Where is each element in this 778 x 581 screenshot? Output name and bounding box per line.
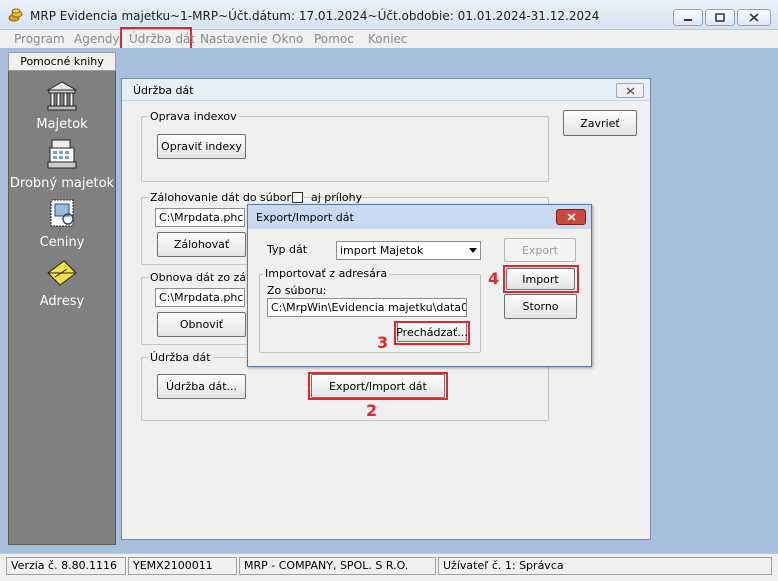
backup-button[interactable]: Zálohovať (157, 232, 246, 257)
backup-path-input[interactable]: C:\Mrpdata.phc (155, 208, 245, 227)
from-file-label: Zo súboru: (267, 284, 327, 297)
menu-udrzba-dat[interactable]: Údržba dát (129, 32, 195, 46)
annotation-label-2: 2 (366, 401, 378, 420)
maint-group-label: Údržba dát (148, 351, 213, 364)
import-dir-group-label: Importovať z adresára (263, 267, 390, 280)
maintenance-dialog-title: Údržba dát (133, 84, 194, 97)
maintenance-dialog-close[interactable] (616, 83, 644, 98)
fix-indexes-label: Opraviť indexy (161, 140, 242, 153)
backup-group-label: Zálohovanie dát do súboru: (148, 191, 304, 204)
menu-koniec[interactable]: Koniec (368, 32, 408, 46)
status-code: YEMX2100011 (128, 557, 237, 575)
restore-button-label: Obnoviť (179, 318, 224, 331)
restore-path-input[interactable]: C:\Mrpdata.phc (155, 288, 245, 307)
close-button[interactable] (737, 9, 771, 26)
status-company: MRP - COMPANY, SPOL. S R.O. (239, 557, 436, 575)
close-dialog-label: Zavrieť (580, 116, 620, 130)
data-type-value: import Majetok (340, 244, 424, 257)
menu-nastavenie[interactable]: Nastavenie (200, 32, 267, 46)
minimize-button[interactable] (673, 9, 703, 26)
chevron-down-icon[interactable] (466, 243, 479, 258)
building-icon[interactable] (46, 80, 78, 112)
data-maintenance-button[interactable]: Údržba dát... (157, 374, 246, 399)
cancel-button[interactable]: Storno (504, 294, 577, 319)
sidebar-item-adresy[interactable]: Adresy (8, 294, 116, 309)
close-icon (626, 86, 634, 95)
app-coins-icon (8, 8, 24, 22)
sidebar-item-majetok[interactable]: Majetok (8, 117, 116, 132)
status-user: Užívateľ č. 1: Správca (438, 557, 772, 575)
maximize-icon (715, 13, 725, 22)
export-label: Export (521, 243, 558, 257)
annotation-box-4 (503, 265, 579, 293)
envelope-icon[interactable] (46, 257, 78, 289)
annotation-box-2 (308, 372, 448, 400)
cash-register-icon[interactable] (46, 138, 78, 170)
window-title: MRP Evidencia majetku~1-MRP~Účt.dátum: 1… (30, 9, 600, 23)
file-path-input[interactable]: C:\MrpWin\Evidencia majetku\data001\ (267, 298, 467, 317)
menu-pomoc[interactable]: Pomoc (314, 32, 354, 46)
annotation-box-3 (394, 321, 470, 345)
restore-button[interactable]: Obnoviť (157, 312, 246, 337)
attachments-checkbox-label: aj prílohy (311, 191, 363, 204)
backup-button-label: Zálohovať (173, 238, 230, 251)
menu-program[interactable]: Program (14, 32, 65, 46)
sidebar-item-ceniny[interactable]: Ceniny (8, 235, 116, 250)
cancel-label: Storno (522, 300, 559, 313)
annotation-label-3: 3 (377, 333, 389, 352)
export-button[interactable]: Export (504, 238, 576, 262)
minimize-icon (684, 18, 692, 21)
close-icon (566, 213, 576, 221)
export-dialog-close[interactable] (556, 209, 586, 225)
index-group-label: Oprava indexov (148, 110, 239, 123)
close-icon (749, 13, 759, 22)
data-maintenance-label: Údržba dát... (165, 380, 238, 393)
export-import-dialog: Export/Import dát Typ dát import Majetok… (247, 204, 592, 367)
fix-indexes-button[interactable]: Opraviť indexy (157, 134, 246, 159)
sidebar-tab[interactable]: Pomocné knihy (8, 52, 116, 71)
export-import-dialog-title: Export/Import dát (256, 211, 354, 224)
stamp-icon[interactable] (46, 197, 78, 229)
data-type-label: Typ dát (267, 243, 308, 256)
maintenance-dialog-titlebar (122, 79, 650, 101)
annotation-label-4: 4 (488, 269, 500, 288)
menu-agendy[interactable]: Agendy (74, 32, 120, 46)
maximize-button[interactable] (705, 9, 735, 26)
attachments-checkbox[interactable] (292, 192, 303, 203)
sidebar-item-drobny-majetok[interactable]: Drobný majetok (8, 176, 116, 191)
data-type-select[interactable]: import Majetok (336, 241, 481, 260)
menu-okno[interactable]: Okno (272, 32, 303, 46)
close-dialog-button[interactable]: Zavrieť (563, 110, 637, 136)
status-version: Verzia č. 8.80.1116 (6, 557, 126, 575)
